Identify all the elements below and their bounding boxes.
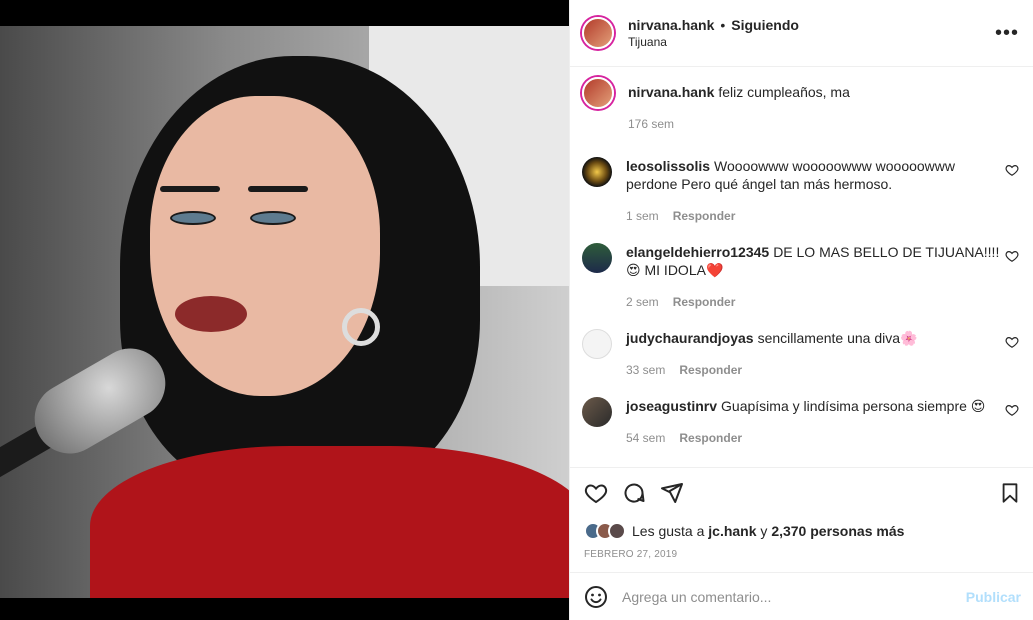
save-bookmark-icon[interactable] [999, 482, 1021, 504]
more-horizontal-icon[interactable]: ••• [995, 23, 1019, 43]
comment-time[interactable]: 33 sem [626, 361, 665, 379]
separator-dot: • [720, 17, 726, 33]
share-paper-plane-icon[interactable] [660, 481, 684, 505]
like-comment-heart-icon[interactable] [1005, 249, 1019, 263]
caption-username[interactable]: nirvana.hank [628, 84, 714, 100]
comment-username[interactable]: joseagustinrv [626, 398, 717, 414]
emoji-smiley-icon[interactable] [584, 585, 608, 609]
caption-text: feliz cumpleaños, ma [718, 84, 850, 100]
comments-list[interactable]: nirvana.hank feliz cumpleaños, ma 176 sem… [570, 67, 1033, 467]
commenter-avatar[interactable] [582, 157, 612, 187]
comment-username[interactable]: elangeldehierro12345 [626, 244, 769, 260]
instagram-post-view: nirvana.hank • Siguiendo Tijuana ••• nir… [0, 0, 1033, 620]
likes-first-user[interactable]: jc.hank [708, 523, 756, 539]
author-avatar[interactable] [582, 17, 614, 49]
comment-time[interactable]: 54 sem [626, 429, 665, 447]
comment-username[interactable]: leosolissolis [626, 158, 710, 174]
post-date[interactable]: FEBRERO 27, 2019 [570, 545, 1033, 572]
comment-input[interactable] [622, 588, 966, 605]
comment-item: joseagustinrv Guapísima y lindísima perso… [582, 397, 1019, 447]
caption-avatar[interactable] [582, 77, 614, 109]
like-comment-heart-icon[interactable] [1005, 403, 1019, 417]
commenter-avatar[interactable] [582, 329, 612, 359]
follow-status-button[interactable]: Siguiendo [731, 17, 799, 33]
commenter-avatar[interactable] [582, 397, 612, 427]
comment-bubble-icon[interactable] [622, 481, 646, 505]
post-header: nirvana.hank • Siguiendo Tijuana ••• [570, 0, 1033, 67]
reply-button[interactable]: Responder [673, 207, 736, 225]
liker-avatar[interactable] [608, 522, 626, 540]
comment-item: leosolissolis Woooowww wooooowww woooooww… [582, 157, 1019, 225]
author-username[interactable]: nirvana.hank [628, 17, 714, 33]
post-photo [0, 26, 569, 598]
comment-item: elangeldehierro12345 DE LO MAS BELLO DE T… [582, 243, 1019, 311]
caption-time[interactable]: 176 sem [628, 115, 674, 133]
reply-button[interactable]: Responder [673, 293, 736, 311]
comment-time[interactable]: 1 sem [626, 207, 659, 225]
comment-text: Guapísima y lindísima persona siempre 😍 [721, 398, 986, 414]
post-actions-bar [570, 467, 1033, 517]
post-side-panel: nirvana.hank • Siguiendo Tijuana ••• nir… [569, 0, 1033, 620]
reply-button[interactable]: Responder [679, 429, 742, 447]
add-comment-bar: Publicar [570, 572, 1033, 620]
caption: nirvana.hank feliz cumpleaños, ma 176 sem [582, 77, 1019, 133]
likes-prefix: Les gusta a [632, 523, 705, 539]
comment-item: judychaurandjoyas sencillamente una diva🌸… [582, 329, 1019, 379]
likes-summary: Les gusta a jc.hank y 2,370 personas más [570, 517, 1033, 545]
comment-time[interactable]: 2 sem [626, 293, 659, 311]
post-location[interactable]: Tijuana [628, 35, 995, 49]
like-heart-icon[interactable] [584, 481, 608, 505]
likes-and: y [760, 523, 768, 539]
commenter-avatar[interactable] [582, 243, 612, 273]
post-media[interactable] [0, 0, 569, 620]
publish-button[interactable]: Publicar [966, 589, 1021, 605]
comment-text: sencillamente una diva🌸 [757, 330, 918, 346]
like-comment-heart-icon[interactable] [1005, 163, 1019, 177]
comment-username[interactable]: judychaurandjoyas [626, 330, 754, 346]
like-comment-heart-icon[interactable] [1005, 335, 1019, 349]
likes-others-link[interactable]: 2,370 personas más [771, 523, 904, 539]
reply-button[interactable]: Responder [679, 361, 742, 379]
